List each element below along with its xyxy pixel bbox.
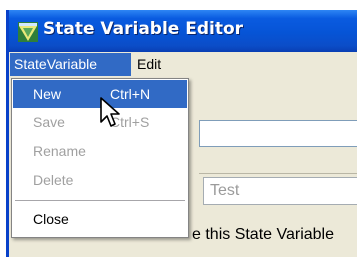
- menu-item-delete-label: Delete: [33, 172, 74, 188]
- menu-separator: [15, 200, 185, 201]
- section-divider: [199, 173, 357, 174]
- menu-item-close[interactable]: Close: [13, 205, 187, 233]
- arrow-pointer-icon: [100, 97, 120, 127]
- name-input[interactable]: [199, 120, 357, 147]
- menu-bar: StateVariable Edit: [9, 52, 357, 77]
- menu-edit[interactable]: Edit: [137, 53, 161, 76]
- menu-statevariable[interactable]: StateVariable: [10, 53, 131, 76]
- menu-item-close-label: Close: [33, 211, 69, 227]
- menu-item-rename[interactable]: Rename: [13, 137, 187, 165]
- window-title: State Variable Editor: [43, 19, 244, 39]
- description-text: e this State Variable: [192, 226, 335, 243]
- menu-item-rename-label: Rename: [33, 143, 86, 159]
- menu-item-new-label: New: [33, 86, 62, 102]
- title-bar[interactable]: State Variable Editor: [9, 10, 357, 52]
- menu-item-save-label: Save: [33, 114, 65, 130]
- state-variable-editor-icon: [18, 22, 38, 42]
- menu-item-delete[interactable]: Delete: [13, 166, 187, 194]
- value-field[interactable]: Test: [203, 177, 357, 205]
